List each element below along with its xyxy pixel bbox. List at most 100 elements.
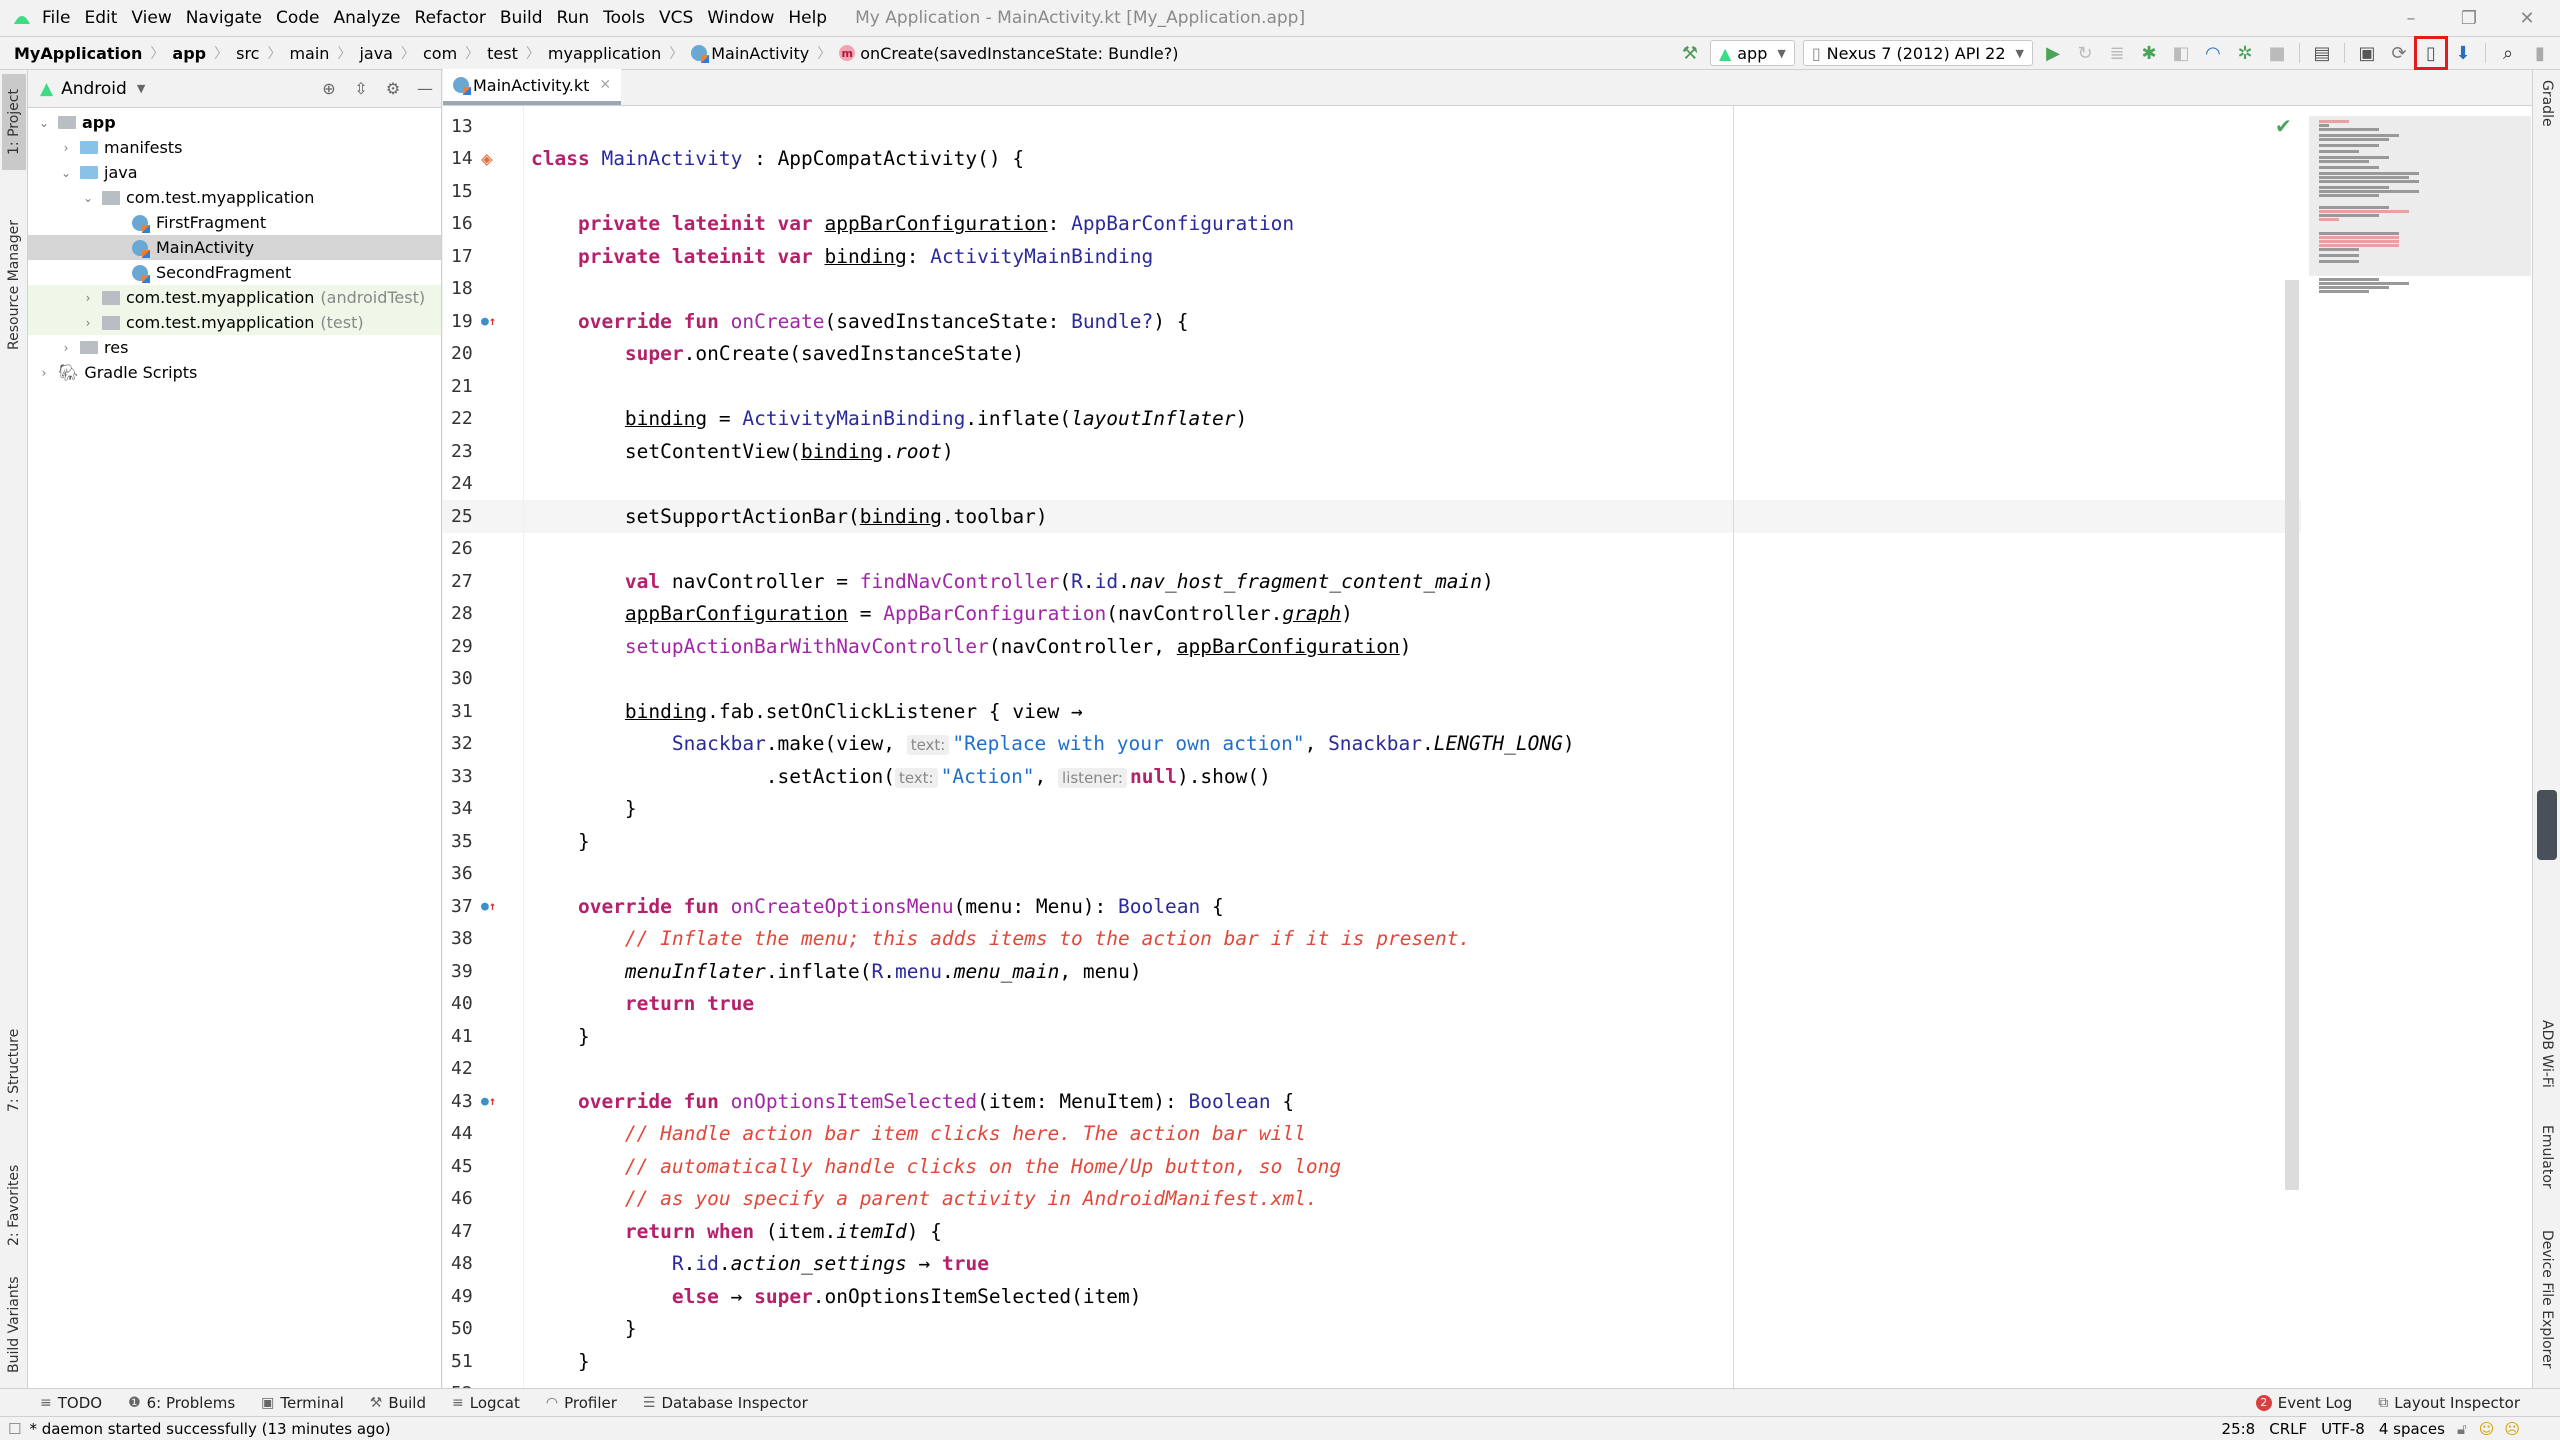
close-tab-icon[interactable]: ✕ [599,77,611,93]
menu-build[interactable]: Build [500,8,543,28]
chevron-down-icon[interactable]: ⌄ [36,116,52,130]
code-line[interactable]: 47 return when (item.itemId) { [443,1215,2313,1248]
feedback-sad-icon[interactable]: ☹ [2504,1420,2520,1438]
code-line[interactable]: 34 } [443,793,2313,826]
lock-icon[interactable]: 🔓︎ [2457,1420,2467,1438]
override-marker-icon[interactable]: ●↑ [481,314,496,329]
tool-tab-favorites[interactable]: 2: Favorites [2,1145,26,1265]
project-view-select[interactable]: Android [61,79,127,99]
code-line[interactable]: 32 Snackbar.make(view, text: "Replace wit… [443,728,2313,761]
code-line[interactable]: 39 menuInflater.inflate(R.menu.menu_main… [443,955,2313,988]
code-line[interactable]: 43 ●↑ override fun onOptionsItemSelected(… [443,1085,2313,1118]
search-icon[interactable]: ⌕ [2496,41,2520,65]
code-line[interactable]: 37 ●↑ override fun onCreateOptionsMenu(me… [443,890,2313,923]
tool-tab-resource-manager[interactable]: Resource Manager [2,185,26,385]
device-manager-icon[interactable]: ▯ [2414,36,2448,70]
code-line[interactable]: 14 ◈ class MainActivity : AppCompatActivit… [443,143,2313,176]
code-line[interactable]: 25 setSupportActionBar(binding.toolbar) [443,500,2313,533]
code-line[interactable]: 29 setupActionBarWithNavController(navCo… [443,630,2313,663]
breadcrumb-item[interactable]: src [236,44,259,63]
breadcrumb-item[interactable]: test [487,44,518,63]
profile-icon[interactable]: ◠ [2201,41,2225,65]
hide-icon[interactable]: — [414,79,436,98]
menu-file[interactable]: File [42,8,70,28]
menu-tools[interactable]: Tools [603,8,645,28]
bottom-tool-database-inspector[interactable]: ☰ Database Inspector [643,1394,808,1412]
chevron-right-icon[interactable]: › [36,366,52,380]
code-line[interactable]: 49 else → super.onOptionsItemSelected(it… [443,1280,2313,1313]
editor-scrollbar[interactable] [2285,280,2299,1190]
code-line[interactable]: 27 val navController = findNavController… [443,565,2313,598]
code-line[interactable]: 50 } [443,1313,2313,1346]
tool-tab-build-variants[interactable]: Build Variants [2,1260,26,1390]
sdk-manager-icon[interactable]: ⬇ [2451,41,2475,65]
tool-tab-emulator[interactable]: Emulator [2536,1125,2558,1215]
tree-item[interactable]: › manifests [28,135,441,160]
chevron-down-icon[interactable]: ⌄ [58,166,74,180]
attach-debugger-icon[interactable]: ✲ [2233,41,2257,65]
breadcrumb-item[interactable]: java [359,44,393,63]
code-line[interactable]: 40 return true [443,988,2313,1021]
override-marker-icon[interactable]: ●↑ [481,1094,496,1109]
code-line[interactable]: 35 } [443,825,2313,858]
tree-item[interactable]: ⌄ app [28,110,441,135]
code-editor[interactable]: 13 14 ◈ class MainActivity : AppCompatActiv… [443,106,2313,1388]
code-line[interactable]: 42 [443,1053,2313,1086]
bottom-tool-profiler[interactable]: ◠ Profiler [546,1394,617,1412]
tree-item[interactable]: ⌄ com.test.myapplication [28,185,441,210]
code-line[interactable]: 51 } [443,1345,2313,1378]
code-line[interactable]: 38 // Inflate the menu; this adds items … [443,923,2313,956]
bottom-tool-logcat[interactable]: ≡ Logcat [452,1394,520,1412]
breadcrumb-item[interactable]: com [423,44,457,63]
tree-item[interactable]: SecondFragment [28,260,441,285]
tree-item[interactable]: › res [28,335,441,360]
code-line[interactable]: 44 // Handle action bar item clicks here… [443,1118,2313,1151]
menu-analyze[interactable]: Analyze [334,8,401,28]
override-marker-icon[interactable]: ●↑ [481,899,496,914]
sync-gradle-icon[interactable]: ⟳ [2387,41,2411,65]
menu-code[interactable]: Code [276,8,320,28]
tool-tab-device-file-explorer[interactable]: Device File Explorer [2536,1230,2558,1390]
code-line[interactable]: 17 private lateinit var binding: Activit… [443,240,2313,273]
event-log-button[interactable]: 2 Event Log [2255,1394,2352,1412]
code-line[interactable]: 22 binding = ActivityMainBinding.inflate… [443,403,2313,436]
run-config-select[interactable]: ▲ app ▼ [1709,40,1795,66]
project-structure-icon[interactable]: ▤ [2310,41,2334,65]
restore-button[interactable]: ❐ [2446,0,2492,36]
tree-item[interactable]: MainActivity [28,235,441,260]
line-separator[interactable]: CRLF [2269,1420,2307,1438]
code-line[interactable]: 24 [443,468,2313,501]
tree-item[interactable]: › 🐘︎ Gradle Scripts [28,360,441,385]
bottom-tool-terminal[interactable]: ▣ Terminal [261,1394,344,1412]
breadcrumb-item[interactable]: MainActivity [691,44,809,63]
code-line[interactable]: 33 .setAction(text: "Action", listener: nu… [443,760,2313,793]
apply-changes-icon[interactable]: ↻ [2073,41,2097,65]
chevron-down-icon[interactable]: ⌄ [80,191,96,205]
code-line[interactable]: 52 [443,1378,2313,1388]
caret-position[interactable]: 25:8 [2222,1420,2256,1438]
menu-edit[interactable]: Edit [84,8,117,28]
apply-code-changes-icon[interactable]: ≣ [2105,41,2129,65]
breadcrumb-item[interactable]: MyApplication [14,44,142,63]
gear-icon[interactable]: ⚙ [382,79,404,98]
debug-icon[interactable]: ✱ [2137,41,2161,65]
breadcrumb-item[interactable]: m onCreate(savedInstanceState: Bundle?) [839,44,1179,63]
menu-refactor[interactable]: Refactor [415,8,486,28]
chevron-right-icon[interactable]: › [80,291,96,305]
code-line[interactable]: 46 // as you specify a parent activity i… [443,1183,2313,1216]
menu-navigate[interactable]: Navigate [186,8,262,28]
coverage-icon[interactable]: ◧ [2169,41,2193,65]
menu-view[interactable]: View [131,8,171,28]
menu-run[interactable]: Run [557,8,590,28]
status-message[interactable]: * daemon started successfully (13 minute… [29,1420,390,1438]
collapse-all-icon[interactable]: ⇳ [350,79,372,98]
close-button[interactable]: ✕ [2504,0,2550,36]
chevron-right-icon[interactable]: › [58,341,74,355]
code-line[interactable]: 31 binding.fab.setOnClickListener { view… [443,695,2313,728]
indent-setting[interactable]: 4 spaces [2379,1420,2445,1438]
bottom-tool-build[interactable]: ⚒ Build [370,1394,426,1412]
tool-tab-project[interactable]: 1: Project [2,74,26,170]
code-line[interactable]: 18 [443,273,2313,306]
feedback-happy-icon[interactable]: ☺ [2479,1420,2495,1438]
code-line[interactable]: 26 [443,533,2313,566]
